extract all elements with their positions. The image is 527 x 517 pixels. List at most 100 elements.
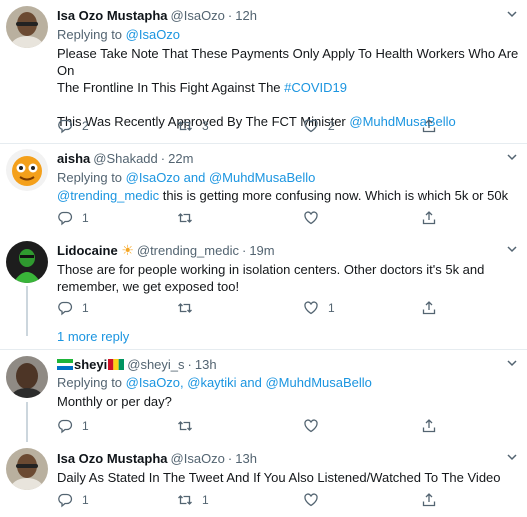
author-handle[interactable]: @IsaOzo [171,451,225,466]
retweet-button[interactable] [177,417,202,435]
dot-separator: · [160,151,166,166]
reply-icon [58,493,73,508]
reply-button[interactable]: 1 [57,299,89,317]
like-button[interactable] [303,209,328,227]
author-handle[interactable]: @Shakadd [93,151,158,166]
replying-to-prefix: Replying to [57,170,126,185]
reply-button[interactable]: 1 [57,209,89,227]
retweet-icon [178,121,192,131]
author-name[interactable]: aisha [57,151,90,166]
tweet-text: Those are for people working in isolatio… [57,261,519,295]
reply-button[interactable]: 1 [57,417,89,435]
dot-separator: · [227,451,233,466]
tweet-2[interactable]: aisha @Shakadd · 22m Replying to @IsaOzo an… [0,144,527,236]
like-button[interactable]: 1 [303,299,335,317]
reply-button[interactable]: 2 [57,117,89,135]
retweet-icon [178,213,192,223]
tweet-text-line: Those are for people working in isolatio… [57,262,485,277]
replying-to-prefix: Replying to [57,375,126,390]
tweet-text-line: remember, we get exposed too! [57,279,240,294]
avatar-lidocaine[interactable] [6,241,48,283]
timestamp[interactable]: 13h [195,356,217,373]
author-name[interactable]: Isa Ozo Mustapha [57,8,168,23]
chevron-down-icon[interactable] [505,150,519,164]
author-handle[interactable]: @sheyi_s [127,356,184,373]
retweet-count: 1 [202,493,209,507]
tweet-text-fragment: The Frontline In This Fight Against The [57,80,285,95]
share-icon [422,493,436,507]
replying-to-link[interactable]: @IsaOzo and @MuhdMusaBello [126,170,316,185]
like-button[interactable]: 2 [303,117,335,135]
author-handle[interactable]: @IsaOzo [171,8,225,23]
tweet-text: Monthly or per day? [57,394,172,409]
timestamp[interactable]: 13h [235,451,257,466]
retweet-icon [178,495,192,505]
replying-to: Replying to @IsaOzo [57,26,519,43]
author-name[interactable]: Lidocaine [57,243,118,258]
replying-to-link[interactable]: @IsaOzo [126,27,180,42]
sun-icon: ☀ [121,242,134,258]
guinea-flag-icon [108,359,125,370]
tweet-text-line: Please Take Note That These Payments Onl… [57,46,519,78]
reply-icon [58,419,73,434]
retweet-button[interactable]: 3 [177,117,209,135]
like-icon [304,493,318,507]
tweet-3[interactable]: Lidocaine ☀ @trending_medic · 19m Those are… [0,236,527,346]
reply-count: 1 [82,301,89,315]
thread-line [26,402,28,442]
timestamp[interactable]: 22m [168,151,193,166]
avatar-isaozo[interactable] [6,6,48,48]
reply-count: 2 [82,119,89,133]
reply-count: 1 [82,493,89,507]
chevron-down-icon[interactable] [505,7,519,21]
share-button[interactable] [421,491,437,509]
replying-to: Replying to @IsaOzo and @MuhdMusaBello [57,169,519,186]
chevron-down-icon[interactable] [505,450,519,464]
dot-separator: · [187,357,192,372]
replying-to-prefix: Replying to [57,27,126,42]
share-button[interactable] [421,299,437,317]
like-icon [304,419,318,433]
sierra-leone-flag-icon [57,359,73,370]
more-replies-link[interactable]: 1 more reply [57,329,129,344]
share-button[interactable] [421,417,437,435]
author-name[interactable]: Isa Ozo Mustapha [57,451,168,466]
share-button[interactable] [421,209,437,227]
avatar-isaozo[interactable] [6,448,48,490]
dot-separator: · [227,8,233,23]
retweet-icon [178,421,192,431]
mention-link[interactable]: @trending_medic [57,188,159,203]
like-count: 1 [328,301,335,315]
like-button[interactable] [303,417,328,435]
reply-button[interactable]: 1 [57,491,89,509]
dot-separator: · [241,243,247,258]
reply-count: 1 [82,211,89,225]
share-button[interactable] [421,117,437,135]
avatar-sheyi[interactable] [6,356,48,398]
chevron-down-icon[interactable] [505,356,519,370]
avatar-aisha[interactable] [6,149,48,191]
tweet-text: @trending_medic this is getting more con… [57,187,519,204]
retweet-button[interactable] [177,209,202,227]
share-icon [422,211,436,225]
like-button[interactable] [303,491,328,509]
tweet-text-fragment: this is getting more confusing now. Whic… [159,188,509,203]
author-handle[interactable]: @trending_medic [137,243,239,258]
retweet-count: 3 [202,119,209,133]
chevron-down-icon[interactable] [505,242,519,256]
replying-to-link[interactable]: @IsaOzo, @kaytiki and @MuhdMusaBello [126,375,372,390]
retweet-button[interactable] [177,299,202,317]
tweet-4[interactable]: sheyi @sheyi_s · 13h Replying to @IsaOzo, … [0,350,527,442]
author-name[interactable]: sheyi [74,356,107,373]
share-icon [422,419,436,433]
tweet-5[interactable]: Isa Ozo Mustapha @IsaOzo · 13h Daily As Sta… [0,442,527,517]
retweet-button[interactable]: 1 [177,491,209,509]
tweet-1[interactable]: Isa Ozo Mustapha @IsaOzo · 12h Replying to … [0,0,527,143]
like-count: 2 [328,119,335,133]
replying-to: Replying to @IsaOzo, @kaytiki and @MuhdM… [57,374,519,391]
hashtag-link[interactable]: #COVID19 [284,80,347,95]
timestamp[interactable]: 19m [249,243,274,258]
tweet-text: Daily As Stated In The Tweet And If You … [57,470,501,485]
timestamp[interactable]: 12h [235,8,257,23]
share-icon [422,301,436,315]
